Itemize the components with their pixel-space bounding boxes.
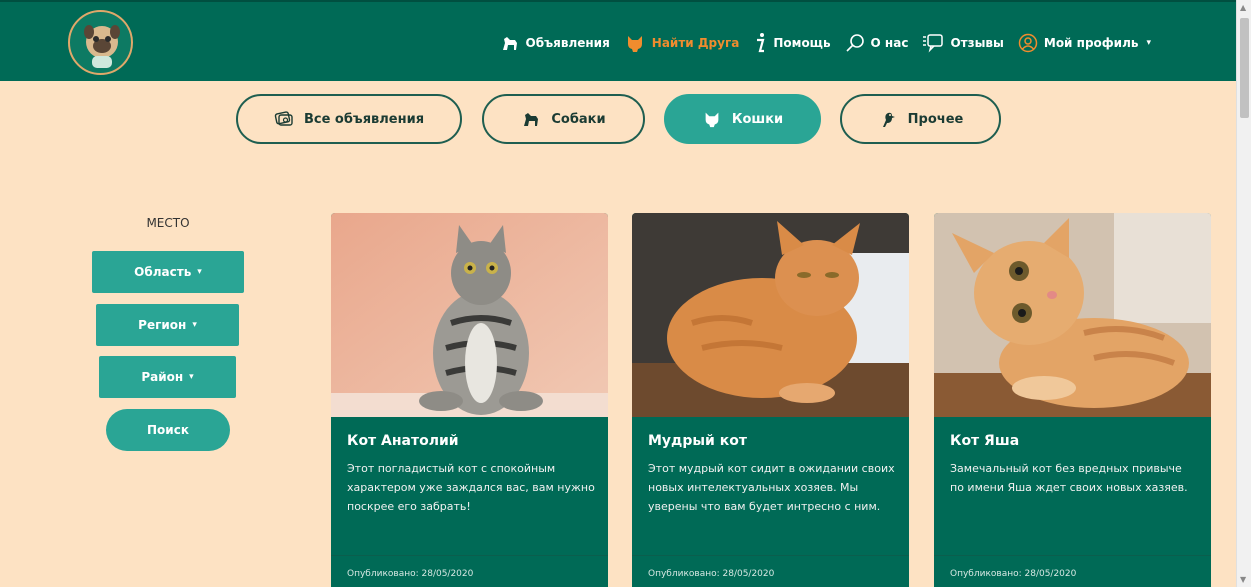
region-dropdown[interactable]: Область ▾ [92, 251, 244, 293]
card-divider [632, 555, 909, 556]
nav-profile-label: Мой профиль [1043, 35, 1139, 50]
cat-photo [632, 213, 909, 417]
nav-about[interactable]: О нас [845, 33, 909, 53]
district-dropdown[interactable]: Район ▾ [99, 356, 236, 398]
cat-photo [331, 213, 608, 417]
nav-reviews[interactable]: Отзывы [922, 33, 1004, 53]
tab-dogs[interactable]: Собаки [482, 94, 645, 144]
card-title[interactable]: Кот Анатолий [347, 433, 459, 449]
info-icon [757, 32, 765, 52]
cat-icon [627, 35, 642, 52]
location-title: МЕСТО [146, 216, 190, 230]
area-dropdown-label: Регион [138, 318, 187, 332]
pet-card[interactable]: Кот Яша Замечальный кот без вредных прив… [934, 213, 1211, 587]
area-dropdown[interactable]: Регион ▾ [96, 304, 239, 346]
nav-find-friend[interactable]: Найти Друга [624, 32, 740, 54]
chat-icon [923, 33, 944, 52]
nav-reviews-label: Отзывы [950, 35, 1004, 50]
region-dropdown-label: Область [134, 265, 192, 279]
card-date: Опубликовано: 28/05/2020 [347, 569, 474, 579]
chevron-down-icon: ▾ [1146, 37, 1151, 48]
page-scrollbar[interactable]: ▲ ▼ [1236, 0, 1251, 587]
card-divider [934, 555, 1211, 556]
nav-ads-label: Объявления [525, 35, 610, 50]
chevron-down-icon: ▾ [197, 267, 202, 277]
search-button[interactable]: Поиск [106, 409, 230, 451]
tab-other-label: Прочее [907, 111, 964, 127]
tab-all-ads[interactable]: Все объявления [236, 94, 462, 144]
tab-other[interactable]: Прочее [840, 94, 1001, 144]
cat-photo [934, 213, 1211, 417]
card-title[interactable]: Мудрый кот [648, 433, 747, 449]
scroll-thumb[interactable] [1240, 18, 1249, 118]
card-title[interactable]: Кот Яша [950, 433, 1019, 449]
card-date: Опубликовано: 28/05/2020 [648, 569, 775, 579]
dog-icon [524, 113, 539, 126]
card-date: Опубликовано: 28/05/2020 [950, 569, 1077, 579]
nav-ads[interactable]: Объявления [500, 33, 610, 53]
tab-all-ads-label: Все объявления [303, 111, 425, 127]
nav-help[interactable]: Помощь [753, 32, 831, 54]
chevron-down-icon: ▾ [189, 372, 194, 382]
bird-icon [882, 112, 895, 127]
card-description: Этот мудрый кот сидит в ожидании своих н… [648, 462, 895, 513]
cat-icon [705, 112, 719, 128]
card-description: Этот погладистый кот с спокойным характе… [347, 462, 595, 513]
card-description: Замечальный кот без вредных привыче по и… [950, 462, 1188, 494]
user-icon [1018, 33, 1038, 52]
dog-icon [502, 36, 517, 50]
search-icon [845, 33, 864, 52]
tab-cats[interactable]: Кошки [664, 94, 821, 144]
search-button-label: Поиск [147, 423, 189, 437]
scroll-down-icon[interactable]: ▼ [1240, 575, 1246, 584]
chevron-down-icon: ▾ [192, 320, 197, 330]
nav-about-label: О нас [870, 35, 909, 50]
pet-card[interactable]: Мудрый кот Этот мудрый кот сидит в ожида… [632, 213, 909, 587]
nav-profile[interactable]: Мой профиль ▾ [1018, 33, 1151, 53]
district-dropdown-label: Район [141, 370, 184, 384]
site-header: Объявления Найти Друга Помощь О нас Отзы… [0, 0, 1236, 81]
main-nav: Объявления Найти Друга Помощь О нас Отзы… [500, 2, 1151, 83]
scroll-up-icon[interactable]: ▲ [1240, 3, 1246, 12]
card-divider [331, 555, 608, 556]
nav-help-label: Помощь [773, 35, 831, 50]
tickets-icon [274, 111, 293, 126]
pug-logo-icon[interactable] [68, 10, 133, 75]
tab-cats-label: Кошки [731, 111, 784, 127]
pet-card[interactable]: Кот Анатолий Этот погладистый кот с спок… [331, 213, 608, 587]
tab-dogs-label: Собаки [551, 111, 606, 127]
nav-find-friend-label: Найти Друга [651, 35, 740, 50]
